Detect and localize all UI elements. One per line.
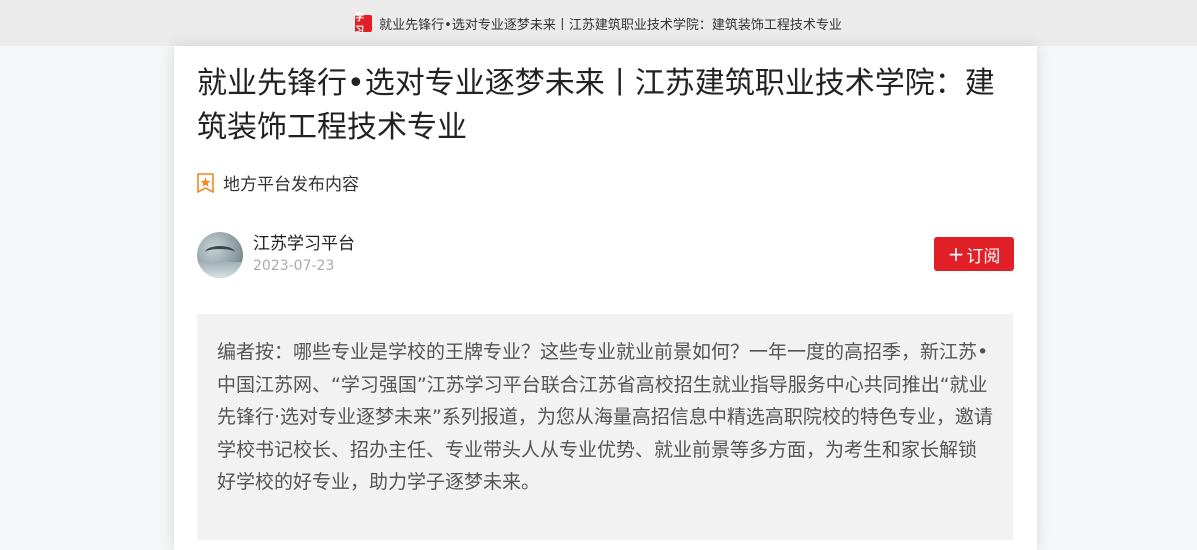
star-badge-icon — [197, 172, 214, 193]
author-block[interactable]: 江苏学习平台 2023-07-23 — [197, 232, 355, 278]
article-title: 就业先锋行•选对专业逐梦未来丨江苏建筑职业技术学院：建筑装饰工程技术专业 — [197, 66, 995, 145]
avatar[interactable] — [197, 232, 243, 278]
plus-icon: + — [947, 242, 965, 266]
pavilion-icon — [205, 246, 235, 259]
header-title: 就业先锋行•选对专业逐梦未来丨江苏建筑职业技术学院：建筑装饰工程技术专业 — [379, 17, 842, 33]
top-bar: 学习 就业先锋行•选对专业逐梦未来丨江苏建筑职业技术学院：建筑装饰工程技术专业 — [0, 0, 1197, 46]
source-label-row: 地方平台发布内容 — [197, 170, 359, 195]
publish-date: 2023-07-23 — [253, 258, 335, 274]
article-card: 就业先锋行•选对专业逐梦未来丨江苏建筑职业技术学院：建筑装饰工程技术专业 地方平… — [174, 46, 1037, 550]
editor-note: 编者按：哪些专业是学校的王牌专业？这些专业就业前景如何？一年一度的高招季，新江苏… — [197, 314, 1013, 540]
source-label: 地方平台发布内容 — [223, 175, 359, 195]
avatar-water — [197, 262, 243, 278]
author-info: 江苏学习平台 2023-07-23 — [253, 233, 355, 277]
xuexi-logo-icon: 学习 — [355, 13, 373, 36]
subscribe-button[interactable]: + 订阅 — [934, 237, 1014, 271]
author-name[interactable]: 江苏学习平台 — [253, 233, 355, 255]
subscribe-label: 订阅 — [966, 246, 1001, 267]
